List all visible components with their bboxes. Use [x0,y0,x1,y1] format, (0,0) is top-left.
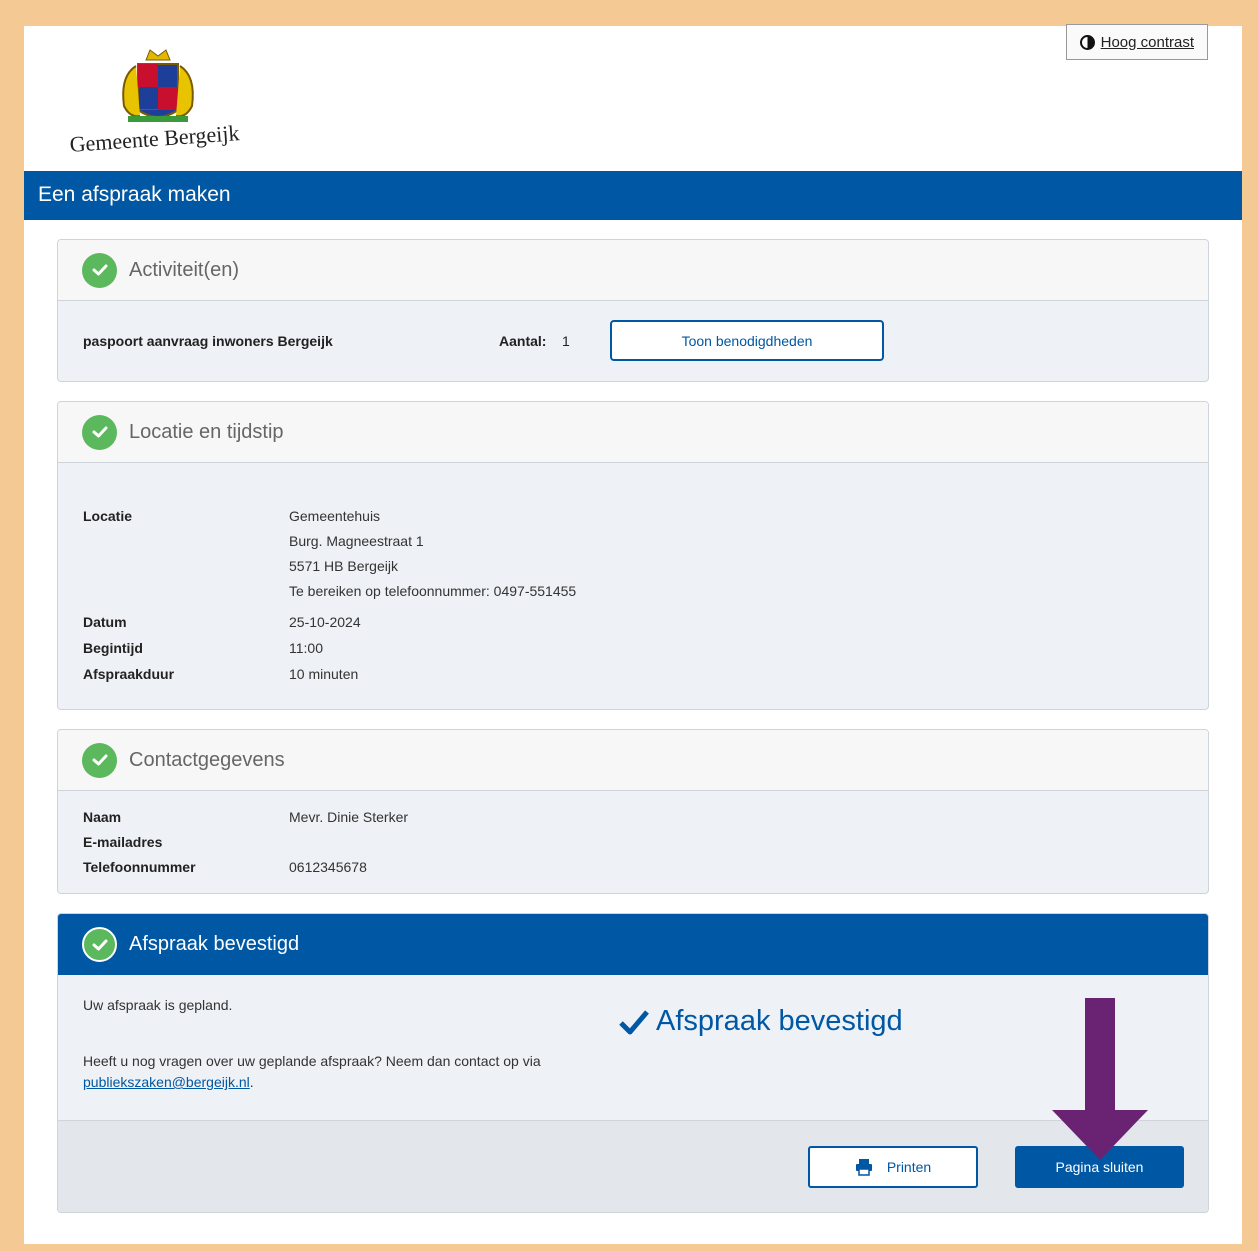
high-contrast-button[interactable]: Hoog contrast [1065,24,1208,60]
start-time-value: 11:00 [289,640,323,656]
location-row: Locatie Gemeentehuis Burg. Magneestraat … [83,504,1183,604]
action-bar: Printen Pagina sluiten [58,1120,1208,1212]
location-address: Gemeentehuis Burg. Magneestraat 1 5571 H… [289,504,576,604]
contrast-icon [1079,34,1095,50]
confirmation-panel: Afspraak bevestigd Uw afspraak is geplan… [57,913,1209,1213]
question-sentence: Heeft u nog vragen over uw geplande afsp… [83,1053,541,1069]
location-label: Locatie [83,508,133,524]
address-line: 5571 HB Bergeijk [289,558,398,574]
municipality-logo[interactable]: Gemeente Bergeijk [50,36,260,161]
contact-panel: Contactgegevens Naam Mevr. Dinie Sterker… [57,729,1209,894]
date-label: Datum [83,614,127,630]
check-circle-icon [82,927,117,962]
confirmed-status-label: Afspraak bevestigd [656,1005,903,1037]
address-line: Te bereiken op telefoonnummer: 0497-5514… [289,583,577,599]
activity-name: paspoort aanvraag inwoners Bergeijk [83,333,333,349]
location-panel: Locatie en tijdstip Locatie Gemeentehuis… [57,401,1209,710]
checkmark-icon [619,1009,649,1034]
name-value: Mevr. Dinie Sterker [289,809,409,825]
coat-of-arms-icon [122,49,194,122]
address-line: Gemeentehuis [289,508,381,524]
phone-value: 0612345678 [289,859,367,875]
date-value: 25-10-2024 [289,614,361,630]
duration-row: Afspraakduur 10 minuten [83,666,1183,682]
activities-title: Activiteit(en) [129,258,240,281]
email-suffix: . [249,1074,254,1090]
phone-row: Telefoonnummer 0612345678 [83,859,1183,875]
question-text: Heeft u nog vragen over uw geplande afsp… [83,1051,1183,1093]
start-time-label: Begintijd [83,640,143,656]
site-header: Gemeente Bergeijk Hoog contrast [24,24,1242,171]
show-requirements-button[interactable]: Toon benodigdheden [610,320,884,361]
check-circle-icon [82,414,117,450]
duration-value: 10 minuten [289,666,359,682]
aantal-label: Aantal: [499,333,547,349]
check-circle-icon [82,742,117,778]
activities-panel: Activiteit(en) paspoort aanvraag inwoner… [57,239,1209,382]
email-label: E-mailadres [83,834,163,850]
email-row: E-mailadres [83,834,1183,850]
confirmation-title: Afspraak bevestigd [129,933,300,955]
arrow-down-icon [1052,998,1148,1160]
activity-row: paspoort aanvraag inwoners Bergeijk Aant… [83,301,1183,381]
page-title-banner: Een afspraak maken [24,171,1242,220]
print-button[interactable]: Printen [808,1146,978,1188]
start-time-row: Begintijd 11:00 [83,640,1183,656]
contact-panel-header: Contactgegevens [58,730,1208,791]
print-label: Printen [886,1159,932,1175]
aantal-value: 1 [562,333,570,349]
contact-title: Contactgegevens [129,748,285,771]
name-row: Naam Mevr. Dinie Sterker [83,809,1183,825]
date-row: Datum 25-10-2024 [83,614,1183,630]
logo-text: Gemeente Bergeijk [69,120,240,157]
name-label: Naam [83,809,122,825]
confirmed-status: Afspraak bevestigd [618,1005,903,1038]
printer-icon [855,1159,872,1176]
address-line: Burg. Magneestraat 1 [289,533,424,549]
high-contrast-label: Hoog contrast [1100,33,1194,51]
activities-panel-header: Activiteit(en) [58,240,1208,301]
location-panel-header: Locatie en tijdstip [58,402,1208,463]
phone-label: Telefoonnummer [83,859,196,875]
confirmation-body: Uw afspraak is gepland. Heeft u nog vrag… [58,975,1208,1120]
confirmation-panel-header: Afspraak bevestigd [58,914,1208,975]
location-title: Locatie en tijdstip [129,420,284,443]
check-circle-icon [82,252,117,288]
email-link[interactable]: publiekszaken@bergeijk.nl [83,1074,250,1090]
duration-label: Afspraakduur [83,666,175,682]
